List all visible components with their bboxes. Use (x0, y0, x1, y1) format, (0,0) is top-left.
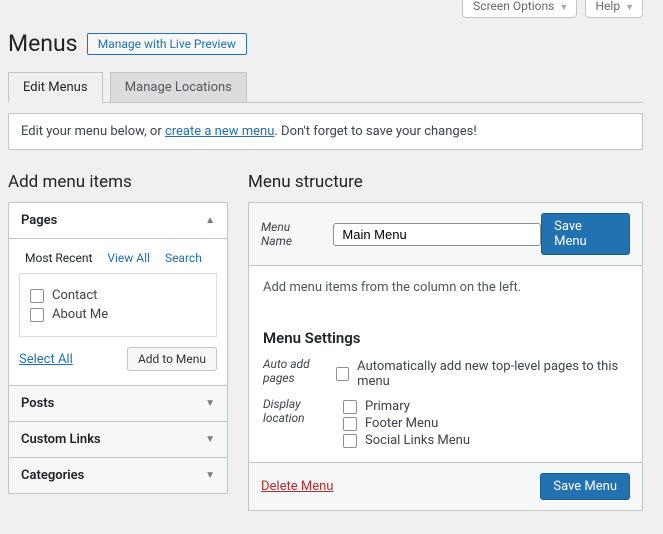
delete-menu-link[interactable]: Delete Menu (261, 479, 333, 494)
chevron-down-icon: ▼ (205, 398, 215, 409)
checkbox[interactable] (336, 367, 349, 381)
location-label: Primary (365, 399, 410, 414)
menu-settings-heading: Menu Settings (263, 329, 628, 347)
notice-text-before: Edit your menu below, or (21, 124, 165, 139)
auto-add-text: Automatically add new top-level pages to… (357, 359, 628, 389)
pages-tab-all[interactable]: View All (101, 247, 156, 269)
info-notice: Edit your menu below, or create a new me… (8, 113, 643, 150)
accordion-categories-header[interactable]: Categories ▼ (9, 457, 227, 493)
pages-tab-search[interactable]: Search (159, 247, 208, 269)
accordion-custom-links-title: Custom Links (21, 432, 101, 447)
location-label: Social Links Menu (365, 433, 470, 448)
location-primary[interactable]: Primary (343, 399, 470, 414)
accordion-pages-title: Pages (21, 213, 57, 228)
pages-tab-recent[interactable]: Most Recent (19, 247, 98, 269)
checkbox[interactable] (343, 400, 357, 414)
save-menu-button-bottom[interactable]: Save Menu (540, 473, 630, 500)
accordion-categories-title: Categories (21, 468, 84, 483)
create-menu-link[interactable]: create a new menu (165, 124, 274, 139)
chevron-down-icon: ▼ (205, 434, 215, 445)
chevron-down-icon: ▼ (205, 470, 215, 481)
location-social[interactable]: Social Links Menu (343, 433, 470, 448)
tab-edit-menus[interactable]: Edit Menus (8, 72, 103, 103)
page-item-contact[interactable]: Contact (30, 288, 206, 303)
page-title: Menus (8, 30, 78, 57)
help-label: Help (596, 0, 621, 13)
location-footer[interactable]: Footer Menu (343, 416, 470, 431)
chevron-up-icon: ▲ (205, 215, 215, 226)
help-button[interactable]: Help ▼ (585, 0, 644, 18)
empty-menu-hint: Add menu items from the column on the le… (263, 280, 628, 295)
page-item-label: About Me (52, 307, 108, 322)
save-menu-button-top[interactable]: Save Menu (541, 213, 630, 255)
menu-structure-heading: Menu structure (248, 172, 643, 192)
auto-add-option[interactable]: Automatically add new top-level pages to… (336, 359, 628, 389)
checkbox[interactable] (343, 434, 357, 448)
accordion-posts-title: Posts (21, 396, 54, 411)
chevron-down-icon: ▼ (625, 3, 634, 13)
select-all-link[interactable]: Select All (19, 352, 73, 367)
checkbox[interactable] (30, 289, 44, 303)
location-label: Footer Menu (365, 416, 438, 431)
live-preview-button[interactable]: Manage with Live Preview (87, 33, 247, 55)
screen-options-button[interactable]: Screen Options ▼ (462, 0, 577, 18)
notice-text-after: . Don't forget to save your changes! (274, 124, 476, 139)
checkbox[interactable] (30, 308, 44, 322)
chevron-down-icon: ▼ (559, 3, 568, 13)
accordion-pages-header[interactable]: Pages ▲ (9, 203, 227, 238)
page-item-about[interactable]: About Me (30, 307, 206, 322)
menu-name-input[interactable] (333, 223, 541, 246)
accordion-custom-links-header[interactable]: Custom Links ▼ (9, 421, 227, 457)
add-items-heading: Add menu items (8, 172, 228, 192)
menu-name-label: Menu Name (261, 220, 323, 248)
screen-options-label: Screen Options (473, 0, 554, 13)
checkbox[interactable] (343, 417, 357, 431)
page-item-label: Contact (52, 288, 97, 303)
display-location-label: Display location (263, 397, 343, 450)
accordion-posts-header[interactable]: Posts ▼ (9, 385, 227, 421)
auto-add-label: Auto add pages (263, 357, 336, 391)
tab-manage-locations[interactable]: Manage Locations (110, 72, 247, 102)
add-to-menu-button[interactable]: Add to Menu (127, 347, 217, 371)
